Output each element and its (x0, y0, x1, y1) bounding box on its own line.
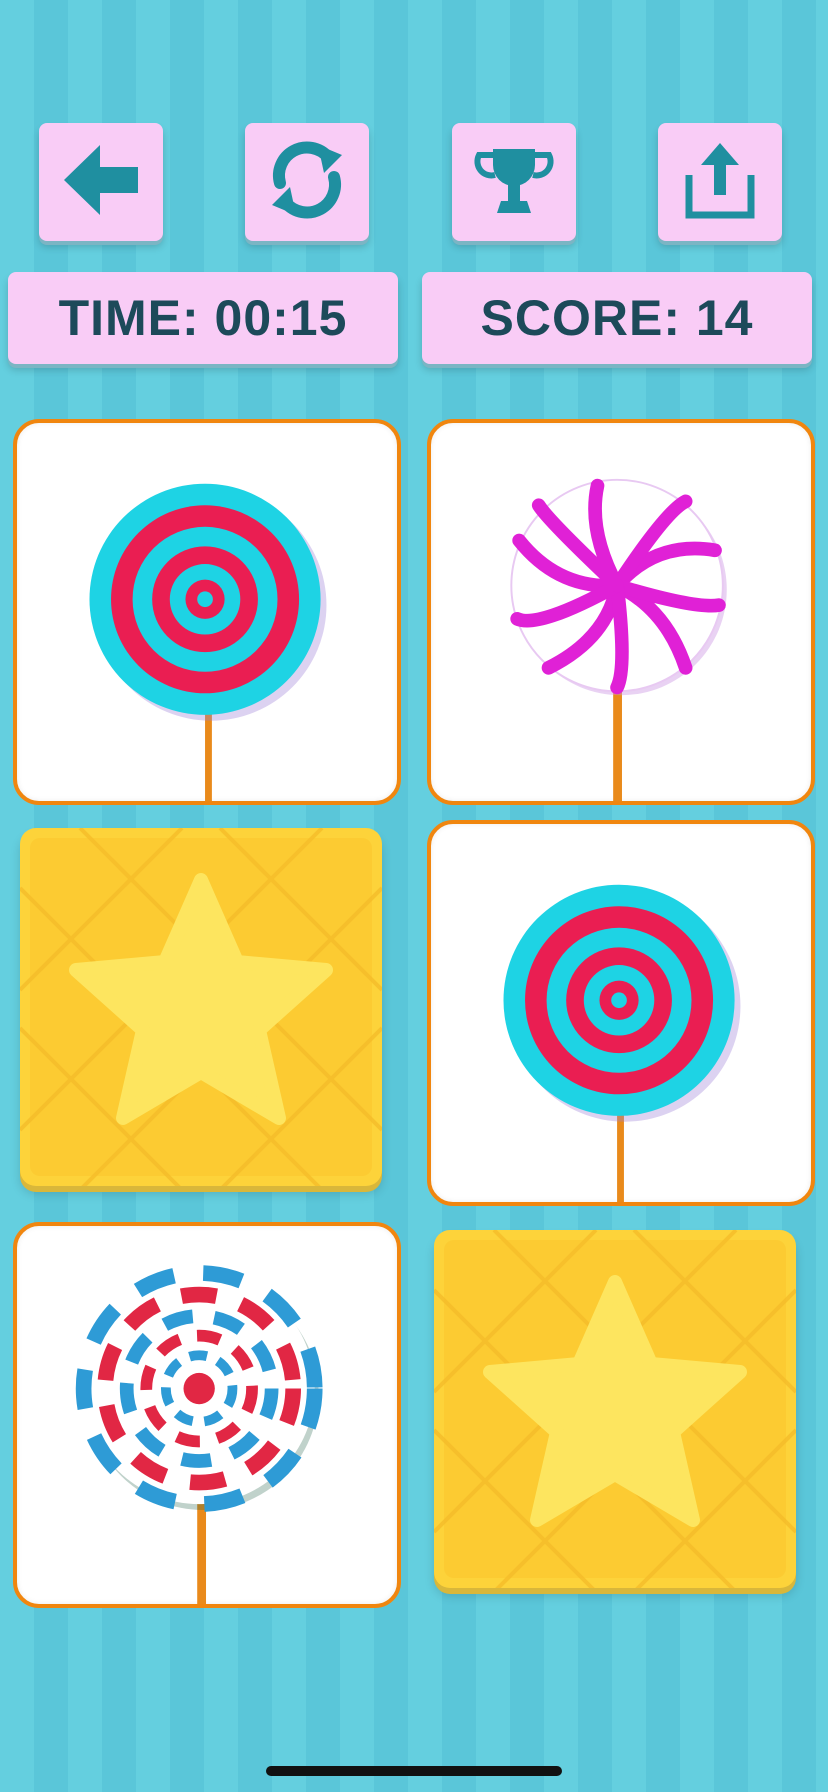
memory-card-3[interactable] (20, 828, 382, 1186)
memory-card-4[interactable] (427, 820, 815, 1206)
memory-card-6[interactable] (434, 1230, 796, 1588)
memory-card-1[interactable] (13, 419, 401, 805)
lollipop-blue-red-white-spiral-icon (75, 1265, 323, 1604)
score-text: SCORE: 14 (480, 290, 754, 346)
lollipop-cyan-red-swirl-icon (89, 483, 327, 801)
back-button[interactable] (39, 123, 163, 241)
arrow-left-icon (56, 135, 146, 230)
star-icon (20, 828, 382, 1186)
memory-card-5[interactable] (13, 1222, 401, 1608)
memory-card-2[interactable] (427, 419, 815, 805)
leaderboard-button[interactable] (452, 123, 576, 241)
timer-text: TIME: 00:15 (58, 290, 348, 346)
home-indicator[interactable] (266, 1766, 562, 1776)
restart-button[interactable] (245, 123, 369, 241)
score-display: SCORE: 14 (422, 272, 812, 364)
refresh-icon (262, 135, 352, 230)
share-button[interactable] (658, 123, 782, 241)
star-icon (434, 1230, 796, 1588)
lollipop-cyan-red-swirl-icon (503, 884, 741, 1202)
lollipop-magenta-white-spiral-icon (510, 478, 727, 801)
share-icon (675, 135, 765, 230)
trophy-icon (469, 135, 559, 230)
timer-display: TIME: 00:15 (8, 272, 398, 364)
